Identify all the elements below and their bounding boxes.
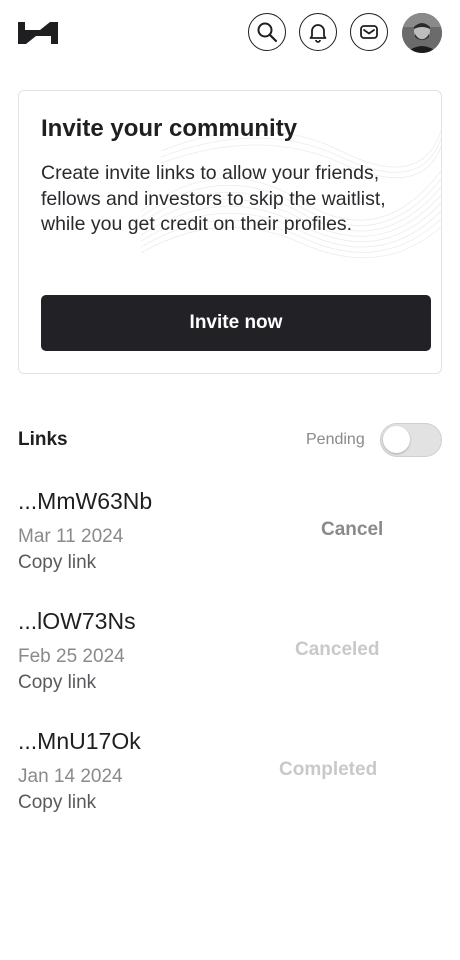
card-title: Invite your community [41,115,298,142]
link-code: ...MmW63Nb [18,488,153,514]
mail-icon [360,25,378,39]
header [0,13,460,53]
invite-now-button[interactable]: Invite now [41,295,431,351]
messages-button[interactable] [350,13,388,51]
pending-toggle[interactable] [380,423,442,457]
search-button[interactable] [248,13,286,51]
toggle-knob [383,426,410,453]
search-icon [257,22,278,43]
avatar[interactable] [402,13,442,53]
card-description: Create invite links to allow your friend… [41,162,386,235]
bell-icon [309,24,327,43]
link-code: ...MnU17Ok [18,728,141,754]
status-label: Completed [279,759,378,780]
logo-icon[interactable] [18,22,58,44]
link-date: Feb 25 2024 [18,646,125,667]
list-item: ...lOW73Ns Feb 25 2024 Copy link Cancele… [18,608,442,718]
invite-card: Invite your community Create invite link… [18,90,442,374]
link-date: Mar 11 2024 [18,526,124,547]
copy-link-button[interactable]: Copy link [18,672,96,694]
copy-link-button[interactable]: Copy link [18,552,96,574]
notifications-button[interactable] [299,13,337,51]
user-avatar [402,13,442,53]
pending-filter-label: Pending [306,431,365,448]
cancel-button[interactable]: Cancel [321,519,383,541]
list-item: ...MnU17Ok Jan 14 2024 Copy link Complet… [18,728,442,838]
status-label: Canceled [295,639,380,660]
links-heading: Links [18,429,68,450]
link-code: ...lOW73Ns [18,608,136,634]
copy-link-button[interactable]: Copy link [18,792,96,814]
link-date: Jan 14 2024 [18,766,123,787]
list-item: ...MmW63Nb Mar 11 2024 Copy link Cancel [18,488,442,598]
